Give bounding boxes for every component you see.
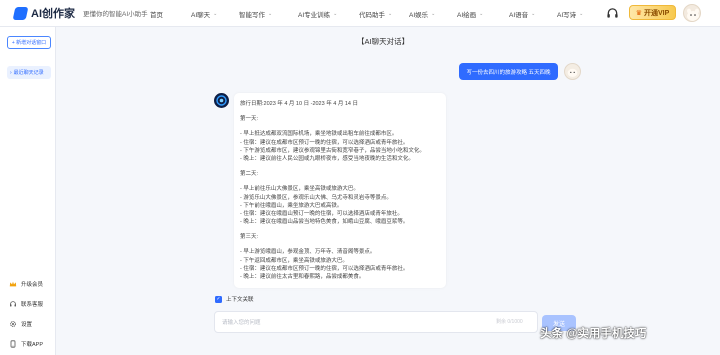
page-title: 【AI聊天对话】 [357,37,410,46]
reply-line: - 晚上：建议前往太古里和春熙路，品尝成都美食。 [240,274,365,280]
reply-line: - 早上前往乐山大佛景区，乘坐高铁或旅游大巴。 [240,186,359,193]
logo-icon [12,6,29,20]
chevron-down-icon: ⌄ [579,11,584,17]
sidebar: + 新增对话窗口 › 最近聊天记录 升级会员 联系客服 设置 下载APP [0,27,56,355]
nav-item-0[interactable]: 首页 [150,9,163,19]
chevron-down-icon: ⌄ [531,11,536,17]
reply-spacer [240,241,446,248]
gear-icon [10,321,16,327]
nav-item-3[interactable]: AI专业训练 ⌄ [298,9,337,19]
sidebar-menu: 升级会员 联系客服 设置 下载APP [9,274,43,354]
nav-item-8[interactable]: AI写诗 ⌄ [557,9,583,19]
chat-input[interactable]: 请输入您的问题 [214,311,538,333]
reply-spacer [240,178,446,185]
reply-line: - 住宿：建议在峨眉山预订一晚的住宿，可以选择酒店或青年旅社。 [240,210,403,217]
reply-line: - 下午前往峨眉山，乘坐旅游大巴或高铁。 [240,202,343,209]
reply-line: - 早上抵达成都双流国际机场，乘坐地铁或出租车前往成都市区。 [240,131,398,138]
reply-line: - 游览乐山大佛景区，参观乐山大佛、乌尤寺和灵岩寺等景点。 [240,194,392,201]
nav-item-label: 智能写作 [239,12,265,19]
nav-item-label: AI绘画 [457,12,477,19]
reply-line: - 早上游览峨眉山，参观金顶、万年寺、清音阁等景点。 [240,249,376,256]
reply-spacer [240,108,446,115]
reply-spacer [240,226,446,233]
bot-reply-card: 旅行日期:2023 年 4 月 10 日 -2023 年 4 月 14 日第一天… [234,93,446,288]
sidebar-item-label: 下载APP [21,342,44,348]
context-label: 上下文关联 [226,297,254,303]
chevron-down-icon: ⌄ [479,11,484,17]
sidebar-item-label: 升级会员 [21,282,44,288]
reply-line: - 住宿：建议在成都市区预订一晚的住宿，可以选择酒店或青年旅社。 [240,265,409,272]
bot-logo-icon [216,95,227,106]
chevron-right-icon: › [10,69,12,76]
checkbox-icon[interactable]: ✓ [215,295,222,303]
chevron-down-icon: ⌄ [431,11,436,17]
user-message-avatar [564,63,581,80]
context-toggle[interactable]: ✓ 上下文关联 [215,295,254,303]
sidebar-item-download-app[interactable]: 下载APP [9,334,43,354]
nav-item-5[interactable]: AI娱乐 ⌄ [409,9,435,19]
reply-line: - 下午返回成都市区，乘坐高铁或旅游大巴。 [240,257,348,264]
reply-spacer [240,123,446,130]
chevron-down-icon: ⌄ [268,11,273,17]
brand-name: AI创作家 [31,8,75,20]
user-avatar[interactable] [683,4,701,22]
reply-line: 旅行日期:2023 年 4 月 10 日 -2023 年 4 月 14 日 [240,101,358,107]
logo[interactable]: AI创作家 更懂你的智能AI小助手 [12,5,148,21]
chat-history-label: 最近聊天记录 [13,70,44,76]
headset-icon [10,301,16,307]
nav-item-4[interactable]: 代码助手 ⌄ [359,9,392,19]
reply-line: 第一天: [240,116,259,123]
open-vip-button[interactable]: ♛ 开通VIP [629,5,676,20]
nav-item-label: AI语音 [509,12,529,19]
user-message-bubble: 写一份去四川的旅游攻略 五天四晚 [459,63,558,80]
reply-line: - 晚上：建议前往人民公园或九眼桥夜市，感受当地夜晚的生活和文化。 [240,155,414,162]
chat-history-button[interactable]: › 最近聊天记录 [7,66,51,79]
nav-item-2[interactable]: 智能写作 ⌄ [239,9,272,19]
crown-icon [9,281,17,287]
vip-label: 开通VIP [643,9,670,17]
nav-item-label: AI专业训练 [298,12,331,19]
headset-icon[interactable] [606,7,619,20]
reply-line: 第二天: [240,171,259,178]
new-chat-button[interactable]: + 新增对话窗口 [7,36,51,49]
char-counter: 剩余 0/1000 [496,319,523,325]
chevron-down-icon: ⌄ [333,11,338,17]
reply-line: - 住宿：建议在成都市区预订一晚的住宿，可以选择酒店或青年旅社。 [240,139,409,146]
nav-item-label: 代码助手 [359,12,385,19]
nav-item-6[interactable]: AI绘画 ⌄ [457,9,483,19]
brand-slogan: 更懂你的智能AI小助手 [83,11,148,18]
sidebar-item-label: 设置 [21,322,33,328]
nav-item-label: 首页 [150,12,163,19]
reply-line: - 下午游览成都市区，建议参观锦里古街和宽窄巷子，品尝当地小吃和文化。 [240,147,425,154]
reply-spacer [240,163,446,170]
nav-item-7[interactable]: AI语音 ⌄ [509,9,535,19]
chevron-down-icon: ⌄ [388,11,393,17]
watermark: 头条 @实用手机技巧 [540,328,647,340]
chevron-down-icon: ⌄ [213,11,218,17]
sidebar-item-upgrade[interactable]: 升级会员 [9,274,43,294]
sidebar-item-support[interactable]: 联系客服 [9,294,43,314]
sidebar-item-settings[interactable]: 设置 [9,314,43,334]
reply-line: 第三天: [240,234,259,241]
nav-item-label: AI聊天 [191,12,211,19]
sidebar-item-label: 联系客服 [21,302,44,308]
reply-line: - 晚上：建议在峨眉山品尝当地特色美食，如峨山豆腐、峨眉豆浆等。 [240,219,409,226]
cartoon-avatar-icon [567,68,578,77]
crown-icon: ♛ [635,9,642,17]
nav-item-label: AI写诗 [557,12,577,19]
bot-avatar [214,93,229,108]
phone-icon [10,340,16,348]
nav-item-1[interactable]: AI聊天 ⌄ [191,9,217,19]
nav-item-label: AI娱乐 [409,12,429,19]
